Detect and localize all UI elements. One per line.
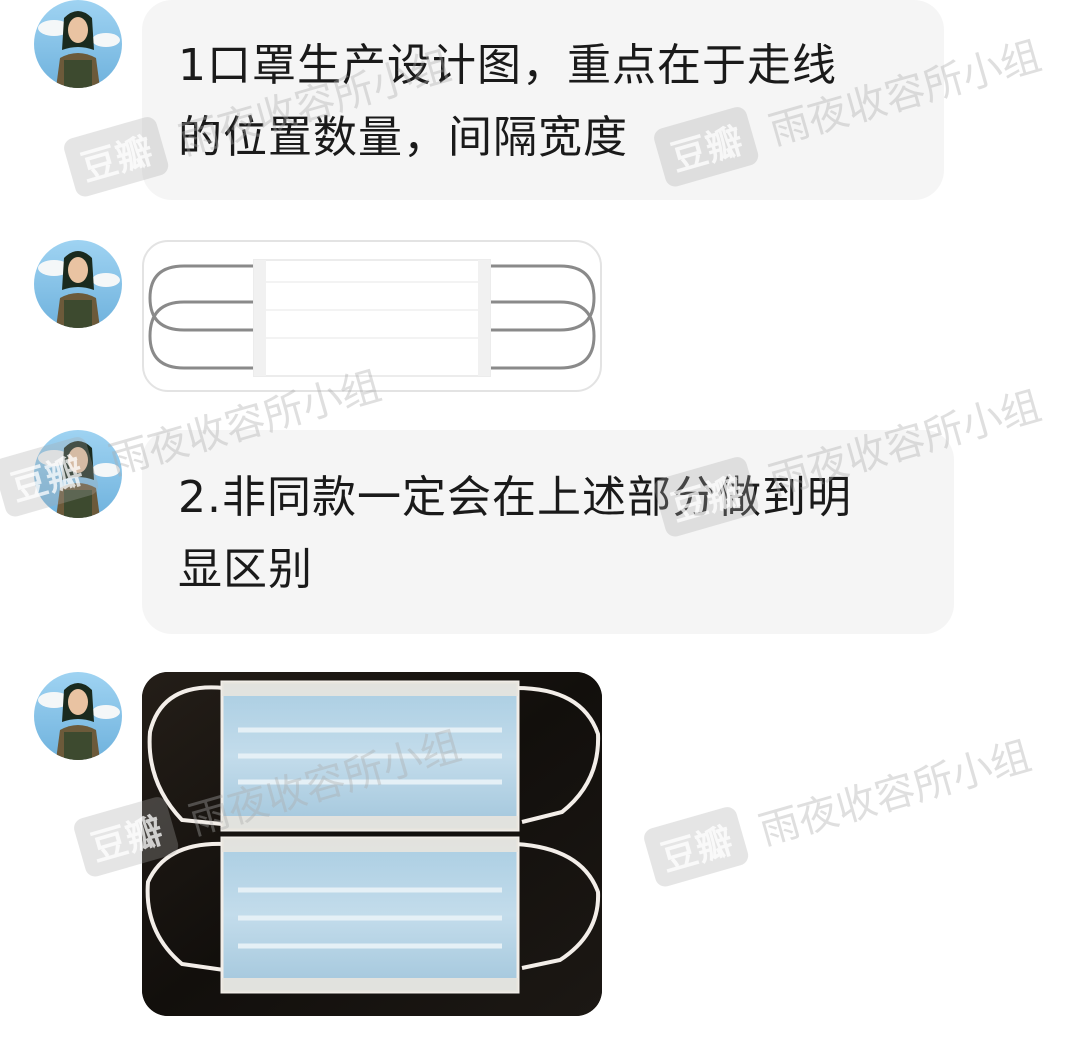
- watermark-text: 雨夜收容所小组: [754, 733, 1037, 855]
- sender-avatar[interactable]: [34, 0, 122, 88]
- message-text-line: 的位置数量，间隔宽度: [178, 112, 628, 163]
- watermark: 豆瓣 雨夜收容所小组: [641, 723, 1037, 889]
- sender-avatar[interactable]: [34, 240, 122, 328]
- sender-avatar[interactable]: [34, 672, 122, 760]
- douban-logo: 豆瓣: [641, 804, 751, 889]
- message-text-line: 显区别: [178, 544, 313, 595]
- message-text-line: 2.非同款一定会在上述部分做到明: [178, 472, 852, 523]
- mask-photo-image[interactable]: [142, 672, 602, 1016]
- message-text-line: 1口罩生产设计图，重点在于走线: [178, 40, 837, 91]
- sender-avatar[interactable]: [34, 430, 122, 518]
- message-bubble: 2.非同款一定会在上述部分做到明 显区别: [142, 430, 954, 634]
- mask-design-diagram-image[interactable]: [142, 240, 602, 392]
- message-bubble: 1口罩生产设计图，重点在于走线 的位置数量，间隔宽度: [142, 0, 944, 200]
